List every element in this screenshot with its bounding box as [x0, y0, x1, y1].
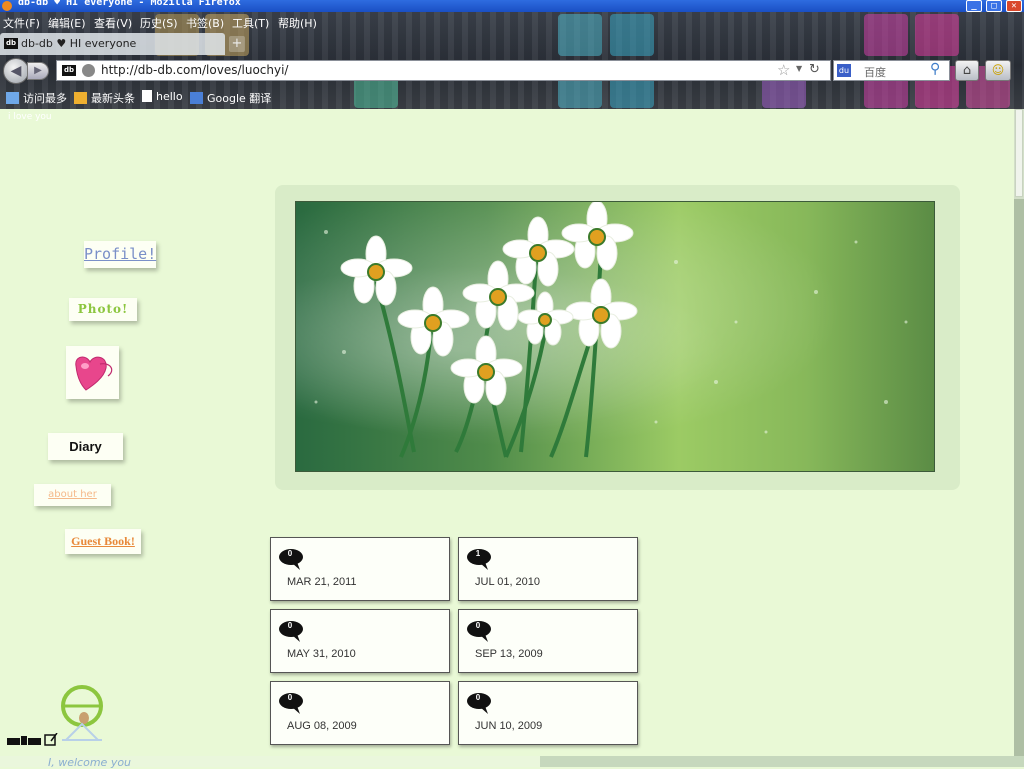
browser-chrome: db-db ♥ HI everyone - Mozilla Firefox _ …	[0, 0, 1024, 109]
daffodil-photo	[296, 202, 934, 471]
menu-history[interactable]: 历史(S)	[140, 15, 178, 31]
bookmarks-toolbar: 访问最多 最新头条 hello Google 翻译	[0, 88, 1024, 108]
search-engine-icon[interactable]: du	[837, 64, 851, 77]
minimize-button[interactable]: _	[966, 0, 982, 12]
url-input[interactable]: http://db-db.com/loves/luochyi/	[101, 63, 288, 77]
page-icon	[142, 90, 152, 102]
home-icon: ⌂	[962, 63, 972, 78]
comment-count: 0	[287, 549, 293, 558]
url-bar[interactable]: db http://db-db.com/loves/luochyi/ ☆ ▼ ↻	[56, 60, 831, 81]
entry-date: JUN 10, 2009	[475, 720, 543, 732]
firefox-icon	[2, 1, 12, 11]
page-scrollbar[interactable]	[1014, 109, 1024, 757]
menu-edit[interactable]: 编辑(E)	[48, 15, 86, 31]
site-favicon-icon: db	[62, 65, 76, 76]
about-her-link[interactable]: about her	[34, 484, 111, 506]
entry-date: AUG 08, 2009	[287, 720, 357, 732]
search-bar[interactable]: du 百度 ⚲	[833, 60, 950, 81]
tab-current[interactable]: db db-db ♥ HI everyone	[0, 33, 225, 55]
guestbook-link[interactable]: Guest Book!	[65, 529, 141, 554]
bookmark-hello[interactable]: hello	[142, 90, 183, 103]
bookmark-most-visited[interactable]: 访问最多	[6, 90, 67, 106]
top-note: i love you	[8, 112, 52, 122]
comment-count: 0	[475, 693, 481, 702]
star-icon[interactable]: ☆	[777, 61, 790, 79]
comment-count: 0	[287, 693, 293, 702]
menu-tools[interactable]: 工具(T)	[232, 15, 269, 31]
addon-icon: ☺	[991, 63, 1005, 77]
footer-bar	[0, 756, 1024, 767]
chevron-down-icon[interactable]: ▼	[796, 64, 802, 73]
comment-count: 0	[287, 621, 293, 630]
home-button[interactable]: ⌂	[955, 60, 979, 81]
entry-card[interactable]: 1 JUL 01, 2010	[458, 537, 638, 601]
globe-icon	[82, 64, 95, 77]
footer-welcome-text: I, welcome you	[48, 756, 132, 769]
bookmark-label: 访问最多	[23, 92, 67, 105]
forward-button[interactable]: ▶	[27, 62, 49, 80]
footer-band	[540, 756, 1024, 767]
translate-icon	[190, 92, 203, 104]
addon-button[interactable]: ☺	[985, 60, 1011, 81]
hamster-wheel-icon	[61, 685, 103, 741]
hero-frame	[275, 185, 960, 490]
diary-link[interactable]: Diary	[48, 433, 123, 460]
menu-help[interactable]: 帮助(H)	[278, 15, 317, 31]
bookmark-label: 最新头条	[91, 92, 135, 105]
heart-link[interactable]	[66, 346, 119, 399]
bookmark-latest-headlines[interactable]: 最新头条	[74, 90, 135, 106]
heart-icon	[75, 356, 113, 391]
entry-date: MAY 31, 2010	[287, 648, 356, 660]
hero-image	[295, 201, 935, 472]
rss-icon	[74, 92, 87, 104]
window-titlebar: db-db ♥ HI everyone - Mozilla Firefox _ …	[0, 0, 1024, 12]
entry-date: SEP 13, 2009	[475, 648, 543, 660]
entry-card[interactable]: 0 MAR 21, 2011	[270, 537, 450, 601]
scrollbar-thumb[interactable]	[1015, 109, 1023, 197]
photo-link[interactable]: Photo!	[69, 298, 137, 321]
navigation-toolbar: ◀ ▶ db http://db-db.com/loves/luochyi/ ☆…	[0, 57, 1024, 85]
maximize-button[interactable]: □	[986, 0, 1002, 12]
menu-file[interactable]: 文件(F)	[3, 15, 40, 31]
close-button[interactable]: ✕	[1006, 0, 1022, 12]
folder-icon	[6, 92, 19, 104]
new-tab-button[interactable]: +	[229, 36, 245, 52]
entry-date: MAR 21, 2011	[287, 576, 357, 588]
site-logo-icon	[7, 733, 58, 746]
search-icon[interactable]: ⚲	[930, 61, 940, 77]
reload-icon[interactable]: ↻	[809, 62, 820, 77]
bookmark-label: Google 翻译	[207, 92, 272, 105]
entry-date: JUL 01, 2010	[475, 576, 541, 588]
entry-card[interactable]: 0 AUG 08, 2009	[270, 681, 450, 745]
profile-link[interactable]: Profile!	[84, 241, 156, 268]
tab-label: db-db ♥ HI everyone	[21, 37, 137, 50]
comment-count: 0	[475, 621, 481, 630]
window-title: db-db ♥ HI everyone - Mozilla Firefox	[18, 0, 241, 8]
comment-count: 1	[475, 549, 481, 558]
bookmark-google-translate[interactable]: Google 翻译	[190, 90, 271, 106]
tab-strip: db db-db ♥ HI everyone +	[0, 33, 1024, 55]
back-button[interactable]: ◀	[3, 58, 29, 84]
scrollbar-track[interactable]	[1014, 199, 1024, 757]
menu-bookmarks[interactable]: 书签(B)	[186, 15, 224, 31]
entry-card[interactable]: 0 SEP 13, 2009	[458, 609, 638, 673]
search-input[interactable]: 百度	[864, 64, 886, 80]
entry-card[interactable]: 0 MAY 31, 2010	[270, 609, 450, 673]
bookmark-label: hello	[156, 90, 183, 103]
site-favicon-icon: db	[4, 38, 18, 49]
menu-view[interactable]: 查看(V)	[94, 15, 132, 31]
entry-card[interactable]: 0 JUN 10, 2009	[458, 681, 638, 745]
